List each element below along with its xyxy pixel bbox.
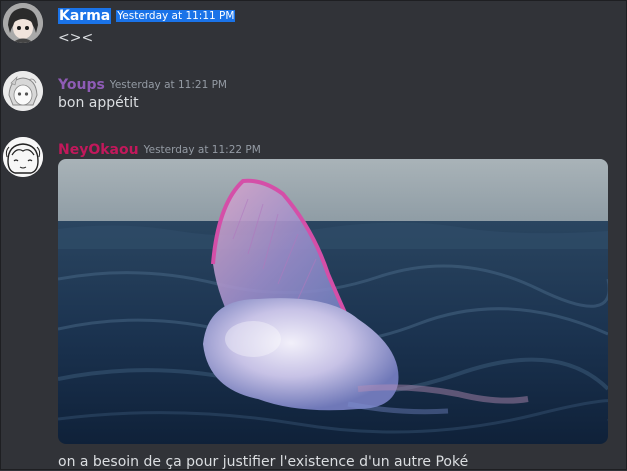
username[interactable]: Youps <box>58 77 105 93</box>
message-content: <>< <box>58 30 94 46</box>
timestamp[interactable]: Yesterday at 11:11 PM <box>116 10 236 22</box>
message-header: Youps Yesterday at 11:21 PM <box>58 74 227 93</box>
message-header: Karma Yesterday at 11:11 PM <box>58 5 236 24</box>
message-content: on a besoin de ça pour justifier l'exist… <box>58 454 469 470</box>
avatar-karma[interactable] <box>3 3 43 43</box>
image-attachment[interactable] <box>58 159 608 444</box>
avatar-image <box>3 71 43 111</box>
message-karma: Karma Yesterday at 11:11 PM <>< <box>1 1 626 61</box>
avatar-image <box>3 3 43 43</box>
username[interactable]: NeyOkaou <box>58 142 139 158</box>
avatar-image <box>3 137 43 177</box>
message-header: NeyOkaou Yesterday at 11:22 PM <box>58 139 261 158</box>
message-content: bon appétit <box>58 95 139 111</box>
avatar-youps[interactable] <box>3 71 43 111</box>
username[interactable]: Karma <box>58 8 112 24</box>
timestamp[interactable]: Yesterday at 11:21 PM <box>110 79 227 91</box>
avatar-neyokaou[interactable] <box>3 137 43 177</box>
jellyfish-photo <box>58 159 608 444</box>
message-youps: Youps Yesterday at 11:21 PM bon appétit <box>1 61 626 131</box>
timestamp[interactable]: Yesterday at 11:22 PM <box>144 144 261 156</box>
